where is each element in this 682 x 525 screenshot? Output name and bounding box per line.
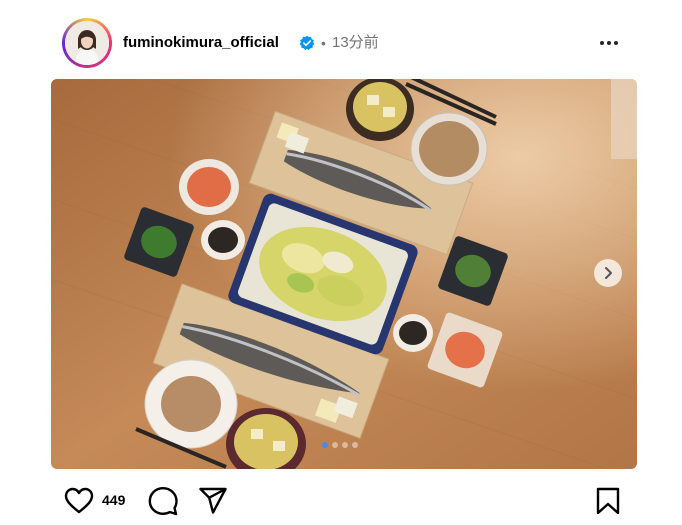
carousel-next-button[interactable] — [594, 259, 622, 287]
post-username[interactable]: fuminokimura_official — [123, 34, 279, 52]
carousel-dot — [342, 442, 348, 448]
more-options-button[interactable] — [594, 32, 624, 54]
more-options-icon — [614, 41, 618, 45]
more-options-icon — [607, 41, 611, 45]
carousel-dot — [322, 442, 328, 448]
chevron-right-icon — [605, 267, 612, 279]
like-count[interactable]: 449 — [102, 491, 125, 509]
bookmark-icon — [596, 487, 620, 515]
post-image[interactable] — [51, 79, 637, 469]
carousel-dot — [352, 442, 358, 448]
share-icon — [199, 487, 227, 514]
heart-icon — [64, 487, 94, 514]
food-photo — [51, 79, 637, 469]
avatar-image — [65, 21, 109, 65]
more-options-icon — [600, 41, 604, 45]
comment-button[interactable] — [148, 486, 178, 521]
save-button[interactable] — [595, 486, 621, 521]
separator-dot: • — [321, 35, 326, 51]
like-button[interactable] — [64, 487, 94, 520]
share-button[interactable] — [198, 486, 228, 521]
verified-badge-icon — [299, 35, 315, 51]
post-timestamp[interactable]: 13分前 — [332, 34, 379, 52]
post-header: fuminokimura_official • 13分前 — [0, 0, 682, 80]
comment-icon — [148, 487, 178, 516]
carousel-indicator — [322, 442, 358, 448]
avatar[interactable] — [62, 18, 112, 68]
carousel-dot — [332, 442, 338, 448]
